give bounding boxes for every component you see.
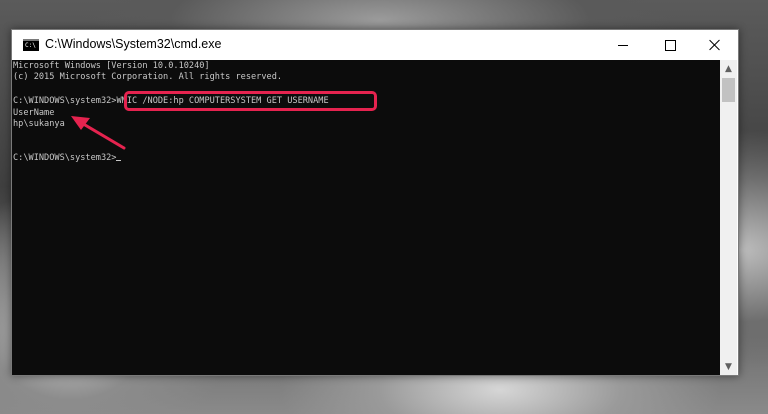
desktop-background: C:\ C:\Windows\System32\cmd.exe Microsof… — [0, 0, 768, 414]
window-title: C:\Windows\System32\cmd.exe — [45, 37, 222, 51]
title-bar[interactable]: C:\ C:\Windows\System32\cmd.exe — [12, 30, 738, 60]
maximize-icon — [664, 39, 676, 51]
annotation-arrow-icon — [71, 116, 126, 150]
cmd-icon[interactable]: C:\ — [23, 39, 39, 51]
vertical-scrollbar[interactable]: ▲ ▼ — [720, 60, 737, 375]
command-prompt: C:\WINDOWS\system32> — [13, 96, 117, 106]
cmd-icon-glyph: C:\ — [25, 42, 36, 49]
scroll-down-arrow-icon[interactable]: ▼ — [720, 358, 737, 375]
close-icon — [709, 39, 721, 51]
console-line-output-header: UserName — [13, 108, 55, 118]
console-output[interactable]: Microsoft Windows [Version 10.0.10240] (… — [12, 60, 720, 375]
scroll-up-arrow-icon[interactable]: ▲ — [720, 60, 737, 77]
maximize-button[interactable] — [647, 30, 693, 60]
cmd-window: C:\ C:\Windows\System32\cmd.exe Microsof… — [11, 29, 739, 376]
console-line-copyright: (c) 2015 Microsoft Corporation. All righ… — [13, 72, 283, 82]
scroll-thumb[interactable] — [722, 78, 735, 102]
console-line-prompt[interactable]: C:\WINDOWS\system32> — [13, 153, 122, 163]
console-line-version: Microsoft Windows [Version 10.0.10240] — [13, 61, 210, 71]
minimize-button[interactable] — [600, 30, 646, 60]
command-highlight-box — [124, 91, 377, 111]
close-button[interactable] — [692, 30, 738, 60]
console-line-output-value: hp\sukanya — [13, 119, 65, 129]
current-prompt: C:\WINDOWS\system32> — [13, 153, 117, 163]
text-cursor — [116, 160, 122, 161]
minimize-icon — [618, 44, 628, 46]
